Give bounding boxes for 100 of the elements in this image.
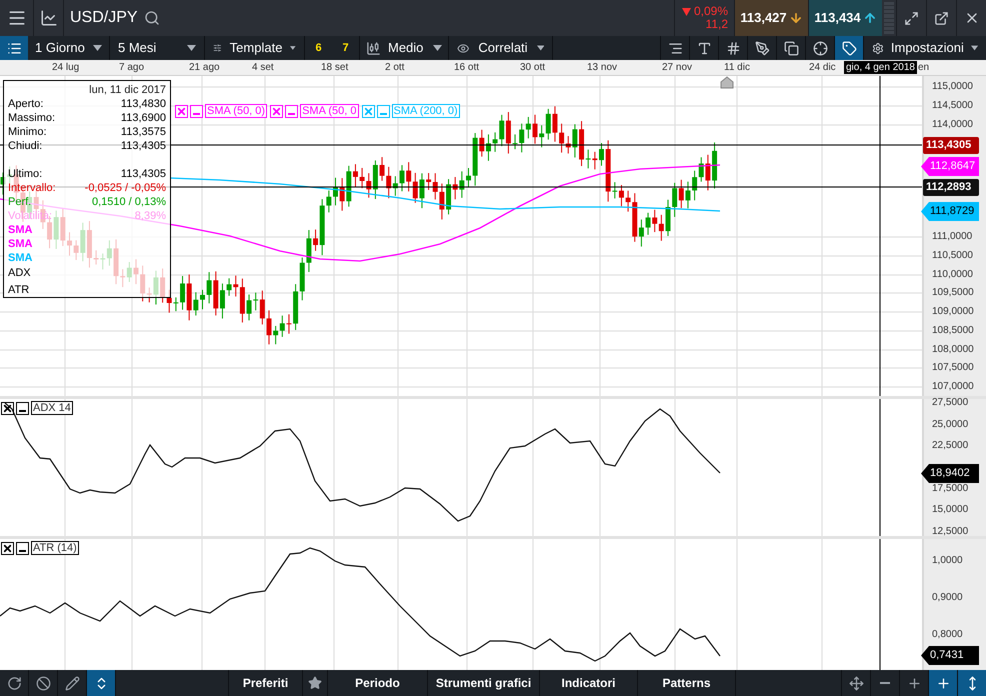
- price-tag: 111,8729: [921, 202, 979, 221]
- axis-label: 25,0000: [932, 419, 968, 431]
- info-value: 113,6900: [120, 111, 166, 125]
- info-value: 113,4305: [120, 139, 166, 153]
- menu-tab[interactable]: Periodo: [328, 670, 428, 696]
- axis-label: 15,0000: [932, 504, 968, 516]
- date-label: 7 ago: [119, 61, 144, 74]
- axis-label: 17,5000: [932, 483, 968, 495]
- grid-icon: [726, 40, 740, 56]
- text-size-icon: [696, 40, 712, 56]
- list-button[interactable]: [0, 36, 28, 60]
- count-button[interactable]: 7: [332, 36, 359, 60]
- caret-icon: [187, 45, 196, 51]
- settings-icon: [872, 40, 884, 56]
- minus-icon: [880, 682, 890, 684]
- info-value: -0,0525 / -0,05%: [84, 181, 166, 195]
- scale-icon: [668, 40, 682, 56]
- axis-label: 0,8000: [932, 629, 963, 641]
- menu-tab[interactable]: Preferiti: [228, 670, 303, 696]
- indicator-name: ATR: [8, 283, 30, 298]
- indicator-label: SMA (200, 0): [392, 104, 460, 118]
- indicator-label: SMA (50, 0): [205, 104, 268, 118]
- date-label: 27 nov: [662, 61, 692, 74]
- indicator-label: SMA (50, 0: [300, 104, 358, 118]
- info-label: Intervallo:: [8, 181, 56, 195]
- crosshair-button[interactable]: [928, 670, 957, 696]
- crosshair-icon: [812, 40, 828, 56]
- caret-icon: [536, 45, 544, 51]
- sell-price-button[interactable]: 113,427: [734, 0, 808, 36]
- axis-label: 107,0000: [932, 381, 974, 393]
- caret-icon: [290, 45, 296, 51]
- info-label: Minimo:: [8, 125, 47, 139]
- date-label: 11 dic: [724, 61, 750, 74]
- caret-icon: [433, 45, 442, 51]
- minimize-icon[interactable]: [16, 542, 29, 554]
- plus-icon: [906, 676, 922, 690]
- caret-icon: [970, 45, 978, 51]
- search-icon[interactable]: [144, 10, 160, 26]
- info-label: Aperto:: [8, 97, 44, 111]
- close-icon[interactable]: [1, 402, 14, 414]
- axis-label: 109,0000: [932, 306, 974, 318]
- info-label: Chiudi:: [8, 139, 42, 153]
- menu-tab[interactable]: Strumenti grafici: [428, 670, 540, 696]
- change-percent: 0,09%: [694, 5, 728, 18]
- menu-tab[interactable]: Indicatori: [540, 670, 638, 696]
- count-button[interactable]: 6: [305, 36, 332, 60]
- crosshair-icon: [936, 676, 950, 690]
- indicator-name: SMA: [8, 223, 34, 237]
- minimize-icon[interactable]: [16, 402, 29, 414]
- axis-label: 12,5000: [932, 526, 968, 538]
- list-icon: [6, 40, 22, 56]
- info-label: Massimo:: [8, 111, 56, 125]
- copy-icon: [784, 40, 798, 56]
- date-label: 30 ott: [520, 61, 546, 74]
- fit-button[interactable]: [957, 670, 986, 696]
- expand-icon: [904, 10, 919, 26]
- indicator-label: ATR (14): [31, 541, 79, 555]
- axis-label: 27,5000: [932, 397, 968, 409]
- price-tag: 112,8647: [921, 157, 979, 176]
- tag-button[interactable]: [834, 36, 863, 60]
- pencil-icon: [64, 676, 80, 690]
- symbol-title: USD/JPY: [70, 8, 138, 28]
- info-value: 113,4830: [120, 97, 166, 111]
- price-tag: 0,7431: [921, 646, 979, 665]
- candlestick-icon: [366, 40, 381, 56]
- menu-tab[interactable]: Patterns: [638, 670, 736, 696]
- info-label: Ultimo:: [8, 167, 42, 181]
- date-label: 24 lug: [52, 61, 80, 74]
- axis-label: 111,0000: [932, 231, 972, 243]
- date-label: 16 ott: [454, 61, 480, 74]
- axis-label: 22,5000: [932, 440, 968, 452]
- change-points: 11,2: [706, 18, 728, 31]
- indicator-name: SMA: [8, 237, 34, 251]
- price-tag: 18,9402: [921, 464, 979, 483]
- axis-label: 0,9000: [932, 592, 963, 604]
- info-value: 8,39%: [134, 209, 166, 223]
- date-label: 21 ago: [189, 61, 220, 74]
- axis-label: 114,0000: [932, 119, 973, 131]
- axis-label: 107,5000: [932, 362, 974, 374]
- refresh-icon: [6, 676, 22, 690]
- axis-label: 108,5000: [932, 325, 974, 337]
- date-label: 4 set: [252, 61, 274, 74]
- scale-button[interactable]: [87, 670, 116, 696]
- tag-icon: [842, 40, 856, 56]
- axis-label: 109,5000: [932, 287, 974, 299]
- axis-label: 110,5000: [932, 250, 973, 262]
- indicator-name: SMA: [8, 251, 34, 265]
- price-tag: 113,4305: [923, 137, 979, 154]
- close-icon[interactable]: [1, 542, 14, 554]
- indicator-label: ADX 14: [31, 401, 73, 415]
- axis-label: 114,5000: [932, 100, 973, 112]
- line-chart-icon: [40, 9, 58, 27]
- indicator-name: ADX: [8, 266, 32, 281]
- star-icon: [308, 676, 322, 690]
- buy-price-button[interactable]: 113,434: [808, 0, 882, 36]
- info-value: 113,4305: [120, 167, 166, 181]
- date-label: 13 nov: [587, 61, 618, 74]
- ban-icon: [36, 676, 50, 690]
- date-label: 2 ott: [385, 61, 404, 74]
- caret-icon: [93, 45, 102, 51]
